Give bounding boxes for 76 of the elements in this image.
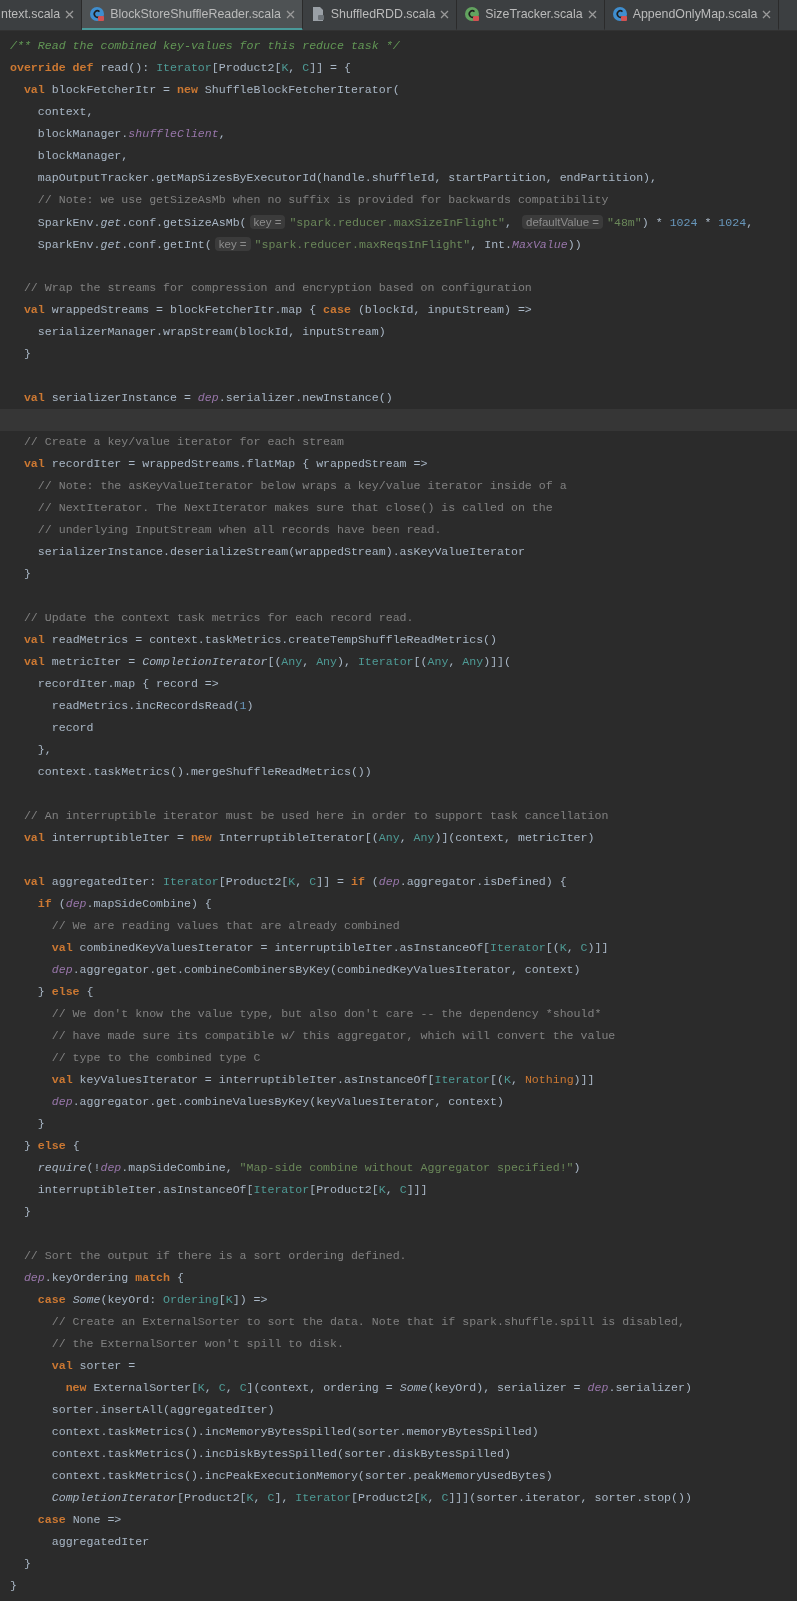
close-button[interactable] [440,9,450,19]
code-line: } [22,346,32,362]
code-line: context.taskMetrics().incDiskBytesSpilled(sorter.diskBytesSpilled) [50,1446,512,1462]
code-line: // have made sure its compatible w/ this aggregator, which will convert the value [50,1028,617,1044]
code-line: context.taskMetrics().incPeakExecutionMemory(sorter.peakMemoryUsedBytes) [50,1468,554,1484]
code-line: aggregatedIter [50,1534,151,1550]
editor-tab[interactable]: BlockStoreShuffleReader.scala [82,0,303,30]
code-line: // Create a key/value iterator for each stream [22,434,345,450]
close-button[interactable] [762,9,772,19]
code-line: interruptibleIter.asInstanceOf[Iterator[Product2[K, C]]] [36,1182,429,1198]
code-line: if (dep.mapSideCombine) { [36,896,213,912]
code-line: val keyValuesIterator = interruptibleIter.asInstanceOf[Iterator[(K, Nothing)]] [50,1072,596,1088]
code-line: context, [36,104,95,120]
code-line: case Some(keyOrd: Ordering[K]) => [36,1292,269,1308]
code-line: val aggregatedIter: Iterator[Product2[K, C]] = if (dep.aggregator.isDefined) { [22,874,568,890]
code-line: val metricIter = CompletionIterator[(Any, Any), Iterator[(Any, Any)]]( [22,654,512,670]
code-line: // the ExternalSorter won't spill to disk. [50,1336,345,1352]
code-line: serializerManager.wrapStream(blockId, inputStream) [36,324,387,340]
code-line: blockManager, [36,148,130,164]
code-line: SparkEnv.get.conf.getInt( key = "spark.reducer.maxReqsInFlight", Int.MaxValue)) [36,236,583,253]
code-line: override def read(): Iterator[Product2[K, C]] = { [9,60,352,76]
code-line: /** Read the combined key-values for this reduce task */ [9,38,401,54]
code-line: // Note: the asKeyValueIterator below wraps a key/value iterator inside of a [36,478,568,494]
code-line: // We are reading values that are already combined [50,918,401,934]
code-line: require(!dep.mapSideCombine, "Map-side combine without Aggregator specified!") [36,1160,582,1176]
code-line: dep.aggregator.get.combineCombinersByKey(combinedKeyValuesIterator, context) [50,962,582,978]
editor-tab[interactable]: AppendOnlyMap.scala [604,0,780,30]
code-line: } [22,566,32,582]
code-line: mapOutputTracker.getMapSizesByExecutorId(handle.shuffleId, startPartition, endPartition), [36,170,659,186]
code-line: val wrappedStreams = blockFetcherItr.map { case (blockId, inputStream) => [22,302,533,318]
editor-tab[interactable]: ShuffledRDD.scala [302,0,458,30]
code-line: val interruptibleIter = new InterruptibleIterator[(Any, Any)](context, metricIter) [22,830,596,846]
code-line: new ExternalSorter[K, C, C](context, ordering = Some(keyOrd), serializer = dep.serializer) [64,1380,693,1396]
file-type-icon [464,6,481,22]
code-line: // Update the context task metrics for each record read. [22,610,415,626]
code-line: val serializerInstance = dep.serializer.newInstance() [22,390,394,406]
code-line: // Note: we use getSizeAsMb when no suffix is provided for backwards compatibility [36,192,610,208]
editor-tab[interactable]: SizeTracker.scala [457,0,605,30]
file-type-icon [611,6,628,22]
code-line: CompletionIterator[Product2[K, C], Iterator[Product2[K, C]]](sorter.iterator, sorter.stop()) [50,1490,693,1506]
code-line: // Create an ExternalSorter to sort the data. Note that if spark.shuffle.spill is disabled, [50,1314,686,1330]
code-line: val sorter = [50,1358,137,1374]
code-line: dep.keyOrdering match { [22,1270,185,1286]
code-line: } [22,1556,32,1572]
code-line: val readMetrics = context.taskMetrics.createTempShuffleReadMetrics() [22,632,499,648]
code-line: val blockFetcherItr = new ShuffleBlockFetcherIterator( [22,82,401,98]
code-line: // underlying InputStream when all records have been read. [36,522,443,538]
close-button[interactable] [65,9,75,19]
code-line: } [22,1204,32,1220]
code-line: }, [36,742,53,758]
code-line: // We don't know the value type, but also don't care -- the dependency *should* [50,1006,603,1022]
code-line: dep.aggregator.get.combineValuesByKey(keyValuesIterator, context) [50,1094,505,1110]
code-line: serializerInstance.deserializeStream(wrappedStream).asKeyValueIterator [36,544,526,560]
code-line: case None => [36,1512,123,1528]
code-line: // NextIterator. The NextIterator makes sure that close() is called on the [36,500,554,516]
code-line: } else { [36,984,95,1000]
code-line: val combinedKeyValuesIterator = interruptibleIter.asInstanceOf[Iterator[(K, C)]] [50,940,610,956]
code-line: } [36,1116,46,1132]
code-line: } else { [22,1138,81,1154]
code-line: record [50,720,95,736]
code-line: context.taskMetrics().mergeShuffleReadMetrics()) [36,764,373,780]
file-type-icon [89,6,106,22]
code-line: // Sort the output if there is a sort ordering defined. [22,1248,408,1264]
code-line: context.taskMetrics().incMemoryBytesSpilled(sorter.memoryBytesSpilled) [50,1424,540,1440]
close-button[interactable] [285,9,295,19]
code-line: } [9,1578,18,1594]
code-line: blockManager.shuffleClient, [36,126,227,142]
code-line: SparkEnv.get.conf.getSizeAsMb( key = "spark.reducer.maxSizeInFlight", defaultValue = "48m") * 1024 * 1024, [36,214,755,231]
code-line: // type to the combined type C [50,1050,262,1066]
code-line: // An interruptible iterator must be used here in order to support task cancellation [22,808,610,824]
code-line: sorter.insertAll(aggregatedIter) [50,1402,276,1418]
code-line: readMetrics.incRecordsRead(1) [50,698,255,714]
code-line: val recordIter = wrappedStreams.flatMap { wrappedStream => [22,456,429,472]
code-line: // Wrap the streams for compression and encryption based on configuration [22,280,533,296]
code-line: recordIter.map { record => [36,676,220,692]
close-button[interactable] [587,9,597,19]
